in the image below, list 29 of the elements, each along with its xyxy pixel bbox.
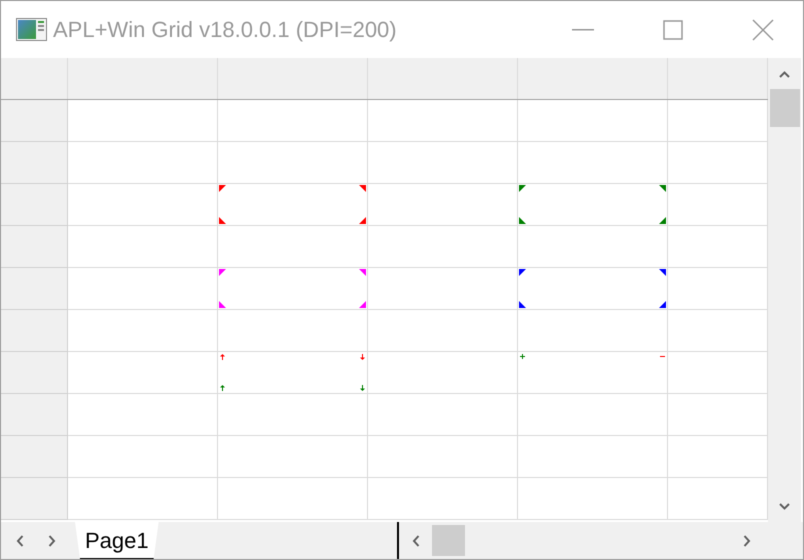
vertical-scrollbar[interactable] (768, 58, 801, 522)
scrollbar-thumb[interactable] (432, 525, 465, 556)
scroll-left-icon[interactable] (412, 534, 420, 546)
column-header[interactable] (1, 58, 68, 99)
column-header[interactable] (68, 58, 218, 99)
row-header[interactable] (1, 100, 68, 142)
minimize-icon (572, 28, 594, 30)
scroll-right-icon[interactable] (742, 534, 751, 546)
row-header[interactable] (1, 310, 68, 352)
scroll-down-icon[interactable] (779, 503, 790, 510)
app-icon (16, 18, 47, 41)
sheet-tab[interactable]: Page1 (75, 522, 159, 559)
row-header[interactable] (1, 352, 68, 394)
column-header[interactable] (218, 58, 368, 99)
row-header[interactable] (1, 394, 68, 436)
row-header[interactable] (1, 184, 68, 226)
right-chevron-icon (48, 534, 56, 546)
row-header[interactable] (1, 226, 68, 268)
scroll-up-icon[interactable] (779, 71, 790, 78)
close-icon (752, 18, 774, 40)
row-header[interactable] (1, 142, 68, 184)
window-title: APL+Win Grid v18.0.0.1 (DPI=200) (53, 16, 397, 44)
row-header[interactable] (1, 268, 68, 310)
row-header[interactable] (1, 436, 68, 478)
column-header[interactable] (368, 58, 518, 99)
scrollbar-thumb[interactable] (770, 89, 800, 127)
maximize-icon (663, 20, 683, 40)
left-chevron-icon (16, 534, 24, 546)
row-header[interactable] (1, 478, 68, 520)
